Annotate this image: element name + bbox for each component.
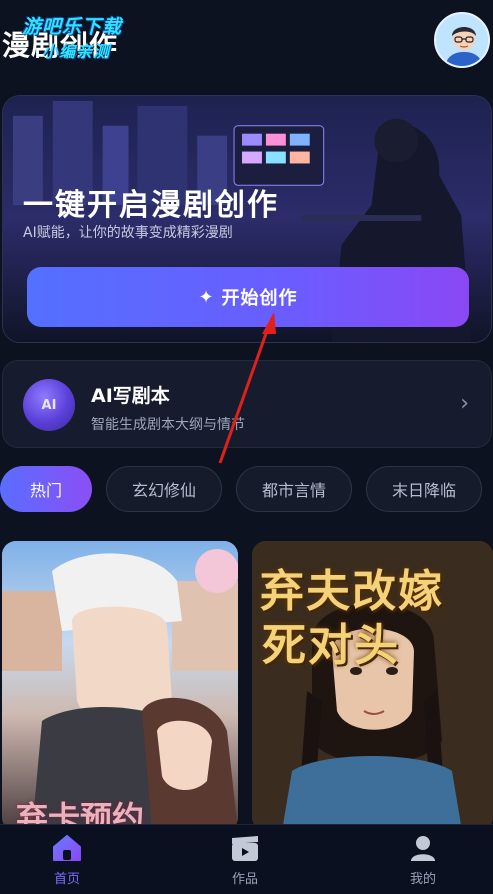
chevron-right-icon: › (460, 391, 469, 416)
watermark: 游吧乐下载 小编亲测 (8, 10, 158, 64)
nav-profile-label: 我的 (409, 871, 436, 887)
sparkle-icon: ✦ (198, 286, 214, 307)
watermark-line1: 游吧乐下载 (22, 16, 123, 38)
tab-fantasy[interactable]: 玄幻修仙 (106, 466, 222, 512)
poster-card-2[interactable]: 弃夫改嫁 死对头 (252, 541, 493, 831)
nav-home-label: 首页 (53, 871, 80, 887)
avatar[interactable] (434, 12, 490, 68)
profile-icon (411, 835, 435, 861)
user-avatar-icon (436, 14, 488, 66)
nav-works[interactable]: 作品 (190, 825, 300, 894)
tab-urban-romance[interactable]: 都市言情 (236, 466, 352, 512)
poster-1-illustration (2, 541, 238, 831)
nav-works-label: 作品 (231, 871, 258, 887)
tab-hot[interactable]: 热门 (0, 466, 92, 512)
ai-script-title: AI写剧本 (91, 385, 170, 407)
ai-badge-text: AI (41, 397, 57, 413)
watermark-line2: 小编亲测 (42, 42, 111, 61)
nav-profile[interactable]: 我的 (368, 825, 478, 894)
tab-doomsday[interactable]: 末日降临 (366, 466, 482, 512)
hero-banner: 一键开启漫剧创作 AI赋能，让你的故事变成精彩漫剧 ✦ 开始创作 (2, 95, 492, 343)
nav-home[interactable]: 首页 (12, 825, 122, 894)
category-tabs: 热门 玄幻修仙 都市言情 末日降临 (0, 466, 493, 512)
start-creating-button[interactable]: ✦ 开始创作 (27, 267, 469, 327)
start-creating-label: 开始创作 (221, 288, 298, 308)
bottom-nav: 首页 作品 我的 (0, 824, 493, 894)
poster-card-1[interactable]: 弃卡预约 (2, 541, 238, 831)
ai-script-card[interactable]: AI AI写剧本 智能生成剧本大纲与情节 › (2, 360, 492, 448)
hero-subtitle: AI赋能，让你的故事变成精彩漫剧 (23, 225, 233, 241)
poster-2-title-line2: 死对头 (262, 620, 400, 671)
hero-title: 一键开启漫剧创作 (23, 188, 279, 223)
home-icon (53, 834, 81, 861)
ai-script-subtitle: 智能生成剧本大纲与情节 (91, 417, 245, 433)
ai-badge-icon: AI (23, 379, 75, 431)
clapperboard-icon (232, 835, 258, 861)
